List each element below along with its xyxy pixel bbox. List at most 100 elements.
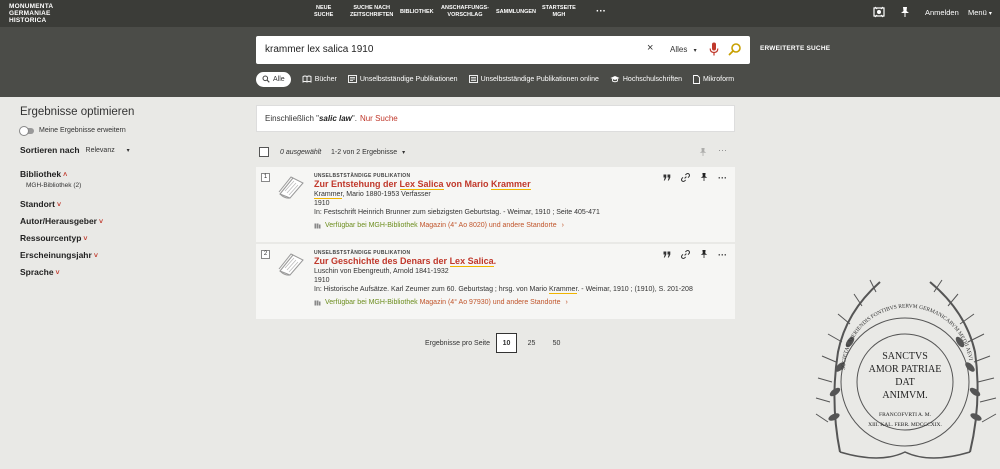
citation-icon[interactable] [663, 250, 671, 260]
permalink-icon[interactable] [681, 249, 690, 261]
more-options-icon[interactable]: ··· [718, 173, 727, 183]
facet-value-mgh-library[interactable]: MGH-Bibliothek (2) [26, 182, 220, 189]
signin-link[interactable]: Anmelden [925, 8, 959, 17]
results-per-page: Ergebnisse pro Seite 10 25 50 [425, 333, 571, 353]
results-toolbar: 0 ausgewählt 1-2 von 2 Ergebnisse ▾ ··· [256, 142, 735, 162]
chevron-down-icon: ˅ [99, 219, 104, 226]
filter-label: Hochschulschriften [622, 75, 683, 83]
nav-acquisition-suggestion[interactable]: ANSCHAFFUNGS- VORSCHLAG [441, 5, 489, 19]
filter-microform[interactable]: Mikroform [693, 72, 734, 87]
result-title-link[interactable]: Zur Geschichte des Denars der Lex Salica… [314, 256, 496, 267]
article-thumbnail-icon [277, 174, 305, 202]
filter-articles-online[interactable]: Unselbstständige Publikationen online [468, 72, 599, 87]
sort-select[interactable]: Relevanz ▾ [86, 147, 130, 154]
nav-mgh-home[interactable]: STARTSEITE MGH [542, 5, 576, 19]
availability-link[interactable]: Verfügbar bei MGH-Bibliothek Magazin (4°… [314, 299, 675, 306]
logo-line: MONUMENTA [9, 3, 54, 10]
menu-button[interactable]: Menü ▾ [968, 8, 992, 17]
search-scope-select[interactable]: Alles ▾ [670, 45, 697, 54]
clear-search-icon[interactable]: × [647, 42, 653, 54]
nav-label: ZEITSCHRIFTEN [350, 12, 394, 18]
facet-language[interactable]: Sprache ˅ [20, 267, 220, 277]
per-page-50[interactable]: 50 [546, 333, 567, 353]
availability-location: Magazin (4° Ao 97930) und andere Standor… [419, 299, 561, 306]
more-options-icon[interactable]: ··· [718, 145, 727, 155]
result-item[interactable]: 1 UNSELBSTSTÄNDIGE PUBLIKATION Zur Entst… [256, 167, 735, 242]
filter-theses[interactable]: Hochschulschriften [610, 72, 682, 87]
pin-icon[interactable] [700, 249, 708, 261]
result-title-link[interactable]: Zur Entstehung der Lex Salica von Mario … [314, 179, 531, 190]
filter-label: Bücher [314, 75, 337, 83]
chevron-right-icon: › [565, 299, 568, 306]
selected-count: 0 ausgewählt [280, 149, 322, 156]
nav-more-button[interactable]: ··· [596, 6, 606, 17]
notice-prefix: Einschließlich " [265, 114, 319, 123]
citation-icon[interactable] [663, 173, 671, 183]
result-actions: ··· [653, 172, 727, 184]
search-input[interactable]: krammer lex salica 1910 [265, 44, 373, 55]
seal-line: ANIMVM. [882, 390, 927, 401]
filter-label: Unselbstständige Publikationen [359, 75, 458, 83]
availability-link[interactable]: Verfügbar bei MGH-Bibliothek Magazin (4°… [314, 222, 675, 229]
facet-label: Standort [20, 199, 55, 209]
result-number[interactable]: 1 [261, 173, 270, 182]
nav-label: SUCHE [314, 12, 334, 18]
pin-icon[interactable] [699, 147, 707, 159]
search-box: krammer lex salica 1910 × Alles ▾ [256, 36, 750, 64]
nav-journal-search[interactable]: SUCHE NACH ZEITSCHRIFTEN [350, 5, 393, 19]
chevron-up-icon: ˄ [63, 172, 68, 179]
nav-library[interactable]: BIBLIOTHEK [400, 9, 434, 16]
facet-label: Sprache [20, 267, 54, 277]
source-text: In: Festschrift Heinrich Brunner zum sie… [314, 209, 600, 216]
more-options-icon[interactable]: ··· [718, 250, 727, 260]
refine-results-sidebar: Ergebnisse optimieren Meine Ergebnisse e… [19, 106, 220, 277]
nav-new-search[interactable]: NEUE SUCHE [314, 5, 333, 19]
nav-label: ANSCHAFFUNGS- [441, 5, 489, 11]
filter-articles[interactable]: Unselbstständige Publikationen [347, 72, 458, 87]
facet-value-label: MGH-Bibliothek [26, 182, 72, 189]
filter-label: Mikroform [703, 75, 735, 83]
permalink-icon[interactable] [681, 172, 690, 184]
search-band: krammer lex salica 1910 × Alles ▾ ERWEIT… [0, 27, 1000, 97]
select-all-checkbox[interactable] [259, 147, 269, 157]
filter-label: Unselbstständige Publikationen online [480, 75, 599, 83]
facet-label: Ressourcentyp [20, 233, 82, 243]
sidebar-title: Ergebnisse optimieren [20, 106, 135, 118]
result-item[interactable]: 2 UNSELBSTSTÄNDIGE PUBLIKATION Zur Gesch… [256, 244, 735, 319]
pin-icon[interactable] [900, 6, 910, 20]
article-icon [347, 75, 357, 83]
expand-results-toggle-row: Meine Ergebnisse erweitern [19, 126, 220, 136]
expand-results-toggle[interactable] [19, 126, 34, 136]
book-icon [302, 75, 312, 83]
facet-publication-year[interactable]: Erscheinungsjahr ˅ [20, 250, 220, 260]
pin-icon[interactable] [700, 172, 708, 184]
per-page-10[interactable]: 10 [495, 333, 517, 353]
only-search-link[interactable]: Nur Suche [360, 114, 398, 123]
result-author: Krammer, Mario 1880-1953 Verfasser [314, 191, 675, 199]
facet-author[interactable]: Autor/Herausgeber ˅ [20, 216, 220, 226]
title-part: Zur Entstehung der [314, 179, 400, 189]
advanced-search-link[interactable]: ERWEITERTE SUCHE [760, 45, 830, 52]
source-text: In: Historische Aufsätze. Karl Zeumer zu… [314, 286, 549, 293]
results-main: Einschließlich " salic law ". Nur Suche 0 … [256, 105, 735, 319]
facet-resource-type[interactable]: Ressourcentyp ˅ [20, 233, 220, 243]
facet-location[interactable]: Standort ˅ [20, 199, 220, 209]
filter-all[interactable]: Alle [256, 71, 291, 87]
result-body: UNSELBSTSTÄNDIGE PUBLIKATION Zur Entsteh… [314, 173, 675, 229]
filter-books[interactable]: Bücher [302, 72, 337, 87]
results-count-select[interactable]: 1-2 von 2 Ergebnisse ▾ [331, 149, 405, 156]
per-page-25[interactable]: 25 [521, 333, 542, 353]
library-card-icon[interactable] [873, 6, 885, 20]
title-part: von Mario [443, 179, 492, 189]
nav-collections[interactable]: SAMMLUNGEN [496, 9, 536, 16]
microphone-icon[interactable] [709, 42, 719, 59]
availability-location: Magazin (4° Ao 8020) und andere Standort… [419, 222, 557, 229]
source-highlight: Krammer [549, 286, 578, 294]
facet-value-count: (2) [73, 182, 82, 189]
result-number[interactable]: 2 [261, 250, 270, 259]
facet-library[interactable]: Bibliothek ˄ [20, 169, 220, 179]
sort-label: Sortieren nach [20, 145, 80, 155]
search-icon[interactable] [728, 42, 742, 58]
mgh-logo[interactable]: MONUMENTA GERMANIAE HISTORICA [9, 3, 53, 24]
chevron-down-icon: ▾ [402, 150, 406, 156]
